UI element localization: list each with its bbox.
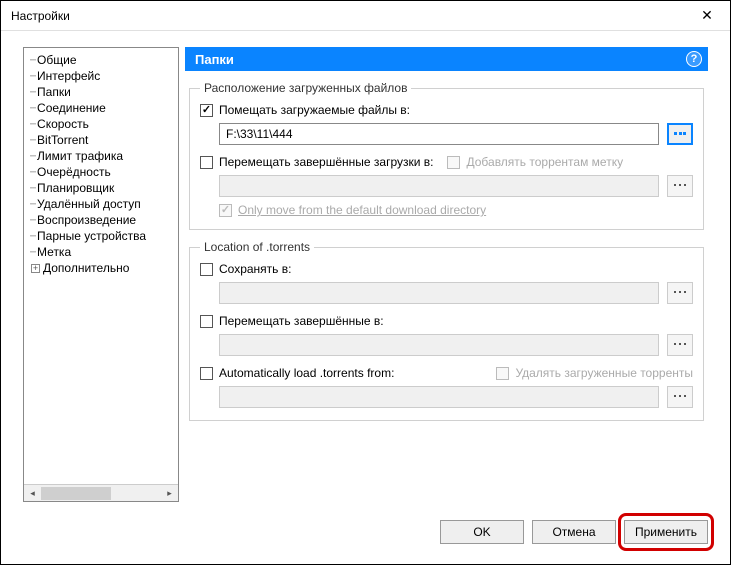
tree-item-scheduler[interactable]: ⋯Планировщик xyxy=(26,180,176,196)
ok-button[interactable]: OK xyxy=(440,520,524,544)
cancel-button[interactable]: Отмена xyxy=(532,520,616,544)
scroll-track[interactable] xyxy=(41,485,161,501)
row-put-in: Помещать загружаемые файлы в: xyxy=(200,103,693,117)
group-downloaded-location: Расположение загруженных файлов Помещать… xyxy=(189,81,704,230)
tree-item-folders[interactable]: ⋯Папки xyxy=(26,84,176,100)
category-tree: ⋯Общие ⋯Интерфейс ⋯Папки ⋯Соединение ⋯Ск… xyxy=(23,47,179,502)
row-move-completed-path xyxy=(219,175,693,197)
section-title: Папки xyxy=(195,52,234,67)
move-completed-path-input xyxy=(219,175,659,197)
help-icon[interactable]: ? xyxy=(686,51,702,67)
row-put-in-path: F:\33\11\444 xyxy=(219,123,693,145)
tree-item-queue[interactable]: ⋯Очерёдность xyxy=(26,164,176,180)
move-completed-checkbox[interactable] xyxy=(200,156,213,169)
tree-item-playback[interactable]: ⋯Воспроизведение xyxy=(26,212,176,228)
put-in-label: Помещать загружаемые файлы в: xyxy=(219,103,410,117)
titlebar: Настройки ✕ xyxy=(1,1,730,31)
window-title: Настройки xyxy=(11,9,70,23)
close-icon[interactable]: ✕ xyxy=(692,7,722,24)
apply-button[interactable]: Применить xyxy=(624,520,708,544)
row-save-in-path xyxy=(219,282,693,304)
scroll-right-icon[interactable]: ▸ xyxy=(161,485,178,501)
tree-item-remote[interactable]: ⋯Удалённый доступ xyxy=(26,196,176,212)
save-in-path-input xyxy=(219,282,659,304)
put-in-browse-button[interactable] xyxy=(667,123,693,145)
tree-item-interface[interactable]: ⋯Интерфейс xyxy=(26,68,176,84)
tree-item-bittorrent[interactable]: ⋯BitTorrent xyxy=(26,132,176,148)
scroll-thumb[interactable] xyxy=(41,487,111,500)
save-in-browse-button xyxy=(667,282,693,304)
delete-loaded-checkbox xyxy=(496,367,509,380)
row-move-torrents-path xyxy=(219,334,693,356)
move-torrents-browse-button xyxy=(667,334,693,356)
tree-item-traffic-limit[interactable]: ⋯Лимит трафика xyxy=(26,148,176,164)
tree-item-speed[interactable]: ⋯Скорость xyxy=(26,116,176,132)
put-in-checkbox[interactable] xyxy=(200,104,213,117)
save-in-checkbox[interactable] xyxy=(200,263,213,276)
delete-loaded-label: Удалять загруженные торренты xyxy=(515,366,693,380)
dialog-buttons: OK Отмена Применить xyxy=(440,520,708,544)
add-label-checkbox xyxy=(447,156,460,169)
section-header: Папки ? xyxy=(185,47,708,71)
row-autoload: Automatically load .torrents from: Удаля… xyxy=(200,366,693,380)
row-only-move: Only move from the default download dire… xyxy=(219,203,693,217)
tree-item-label[interactable]: ⋯Метка xyxy=(26,244,176,260)
tree-item-paired-devices[interactable]: ⋯Парные устройства xyxy=(26,228,176,244)
client-area: ⋯Общие ⋯Интерфейс ⋯Папки ⋯Соединение ⋯Ск… xyxy=(23,47,708,502)
add-label-label: Добавлять торрентам метку xyxy=(466,155,623,169)
move-torrents-label: Перемещать завершённые в: xyxy=(219,314,384,328)
tree-item-general[interactable]: ⋯Общие xyxy=(26,52,176,68)
autoload-checkbox[interactable] xyxy=(200,367,213,380)
autoload-label: Automatically load .torrents from: xyxy=(219,366,394,380)
tree-list: ⋯Общие ⋯Интерфейс ⋯Папки ⋯Соединение ⋯Ск… xyxy=(24,48,178,484)
tree-item-advanced[interactable]: +Дополнительно xyxy=(26,260,176,276)
autoload-path-input xyxy=(219,386,659,408)
move-completed-browse-button xyxy=(667,175,693,197)
put-in-path-input[interactable]: F:\33\11\444 xyxy=(219,123,659,145)
only-move-label: Only move from the default download dire… xyxy=(238,203,486,217)
group1-legend: Расположение загруженных файлов xyxy=(200,81,411,95)
tree-hscrollbar[interactable]: ◂ ▸ xyxy=(24,484,178,501)
row-move-torrents: Перемещать завершённые в: xyxy=(200,314,693,328)
settings-window: Настройки ✕ ⋯Общие ⋯Интерфейс ⋯Папки ⋯Со… xyxy=(0,0,731,565)
content-panel: Папки ? Расположение загруженных файлов … xyxy=(185,47,708,502)
tree-item-connection[interactable]: ⋯Соединение xyxy=(26,100,176,116)
move-completed-label: Перемещать завершённые загрузки в: xyxy=(219,155,433,169)
row-move-completed: Перемещать завершённые загрузки в: Добав… xyxy=(200,155,693,169)
scroll-left-icon[interactable]: ◂ xyxy=(24,485,41,501)
row-save-in: Сохранять в: xyxy=(200,262,693,276)
move-torrents-path-input xyxy=(219,334,659,356)
save-in-label: Сохранять в: xyxy=(219,262,291,276)
row-autoload-path xyxy=(219,386,693,408)
only-move-checkbox xyxy=(219,204,232,217)
autoload-browse-button xyxy=(667,386,693,408)
group-torrent-location: Location of .torrents Сохранять в: Перем… xyxy=(189,240,704,421)
move-torrents-checkbox[interactable] xyxy=(200,315,213,328)
group2-legend: Location of .torrents xyxy=(200,240,314,254)
